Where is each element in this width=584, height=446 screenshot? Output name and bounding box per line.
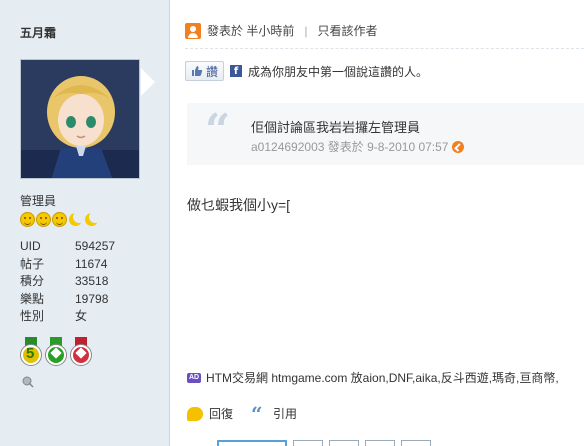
like-label: 讚 [206, 64, 219, 79]
quote-mark-icon: “ [205, 105, 231, 156]
like-button[interactable]: 讚 [185, 61, 225, 81]
post-meta: 發表於 半小時前 | 只看該作者 [185, 22, 377, 39]
medal-red-icon[interactable] [70, 337, 92, 369]
rank-stars [20, 211, 101, 227]
facebook-icon: f [230, 65, 243, 77]
goto-post-icon[interactable] [452, 140, 465, 153]
bottom-tab[interactable] [293, 440, 323, 446]
quote-label: 引用 [273, 407, 298, 421]
stat-value: 19798 [75, 291, 109, 306]
moon-icon [68, 211, 85, 227]
stat-key: 性別 [20, 309, 45, 324]
quote-author-time: a0124692003 發表於 9-8-2010 07:57 [251, 140, 449, 154]
sun-icon [52, 212, 67, 227]
post-actions: 回復 “ 引用 [187, 401, 307, 426]
stat-value: 594257 [75, 239, 116, 253]
user-stats: UID 594257 帖子 11674 積分 33518 樂點 19798 性別… [20, 238, 115, 326]
ad-icon: AD [187, 372, 201, 383]
stat-row-posts: 帖子 11674 [20, 256, 115, 274]
username[interactable]: 五月霜 [20, 24, 56, 41]
stat-key: 積分 [20, 274, 45, 289]
reply-button[interactable]: 回復 [187, 405, 233, 422]
user-sidebar: 五月霜 管理員 UID 594257 帖子 11674 積分 33518 樂點 … [0, 0, 170, 446]
stat-value: 33518 [75, 274, 109, 289]
stat-value: 女 [75, 309, 88, 324]
stat-key: 帖子 [20, 256, 45, 271]
facebook-like: 讚 f 成為你朋友中第一個說這讚的人。 [185, 61, 428, 81]
bottom-tab[interactable] [329, 440, 359, 446]
reply-icon [187, 406, 203, 421]
bottom-tab[interactable] [217, 440, 287, 446]
post-body: 做乜蝦我個小y=[ [187, 197, 291, 213]
stat-value[interactable]: 11674 [75, 256, 107, 274]
posted-time: 發表於 半小時前 [207, 24, 295, 38]
medal-green-icon[interactable] [45, 337, 67, 369]
sun-icon [36, 212, 51, 227]
user-rank: 管理員 [20, 194, 57, 208]
stat-row-coins: 樂點 19798 [20, 291, 115, 309]
stat-row-points: 積分 33518 [20, 273, 115, 291]
avatar-image [21, 60, 139, 178]
thumbs-up-icon [192, 66, 203, 76]
bottom-tab[interactable] [365, 440, 395, 446]
medals: 5 [20, 337, 92, 369]
quote-block: “ 佢個討論區我岩岩攞左管理員 a0124692003 發表於 9-8-2010… [187, 103, 584, 165]
moon-icon [84, 211, 101, 227]
post-area: 發表於 半小時前 | 只看該作者 讚 f 成為你朋友中第一個說這讚的人。 “ 佢… [171, 0, 584, 446]
like-text: 成為你朋友中第一個說這讚的人。 [248, 64, 429, 79]
avatar-pointer [141, 68, 155, 96]
pin-icon[interactable] [22, 376, 34, 388]
sun-icon [20, 212, 35, 227]
ad-text[interactable]: HTM交易網 htmgame.com 放aion,DNF,aika,反斗西遊,瑪… [206, 369, 559, 386]
divider: | [304, 23, 308, 38]
quote-text: 佢個討論區我岩岩攞左管理員 [251, 120, 421, 135]
stat-key: UID [20, 239, 41, 253]
bottom-tab[interactable] [401, 440, 431, 446]
quote-button[interactable]: “ 引用 [251, 401, 298, 426]
bottom-tabs [217, 440, 431, 446]
quote-icon: “ [251, 401, 263, 426]
quote-meta: a0124692003 發表於 9-8-2010 07:57 [251, 138, 465, 155]
divider [185, 48, 584, 49]
only-author-link[interactable]: 只看該作者 [317, 22, 377, 39]
stat-row-gender: 性別 女 [20, 308, 115, 326]
ad-banner[interactable]: AD HTM交易網 htmgame.com 放aion,DNF,aika,反斗西… [187, 369, 559, 386]
user-icon [185, 22, 201, 39]
stat-row-uid: UID 594257 [20, 238, 115, 256]
avatar[interactable] [20, 59, 140, 179]
medal-five-icon[interactable]: 5 [20, 337, 42, 369]
stat-key: 樂點 [20, 291, 45, 306]
medal-number: 5 [26, 345, 35, 362]
reply-label: 回復 [209, 407, 234, 421]
